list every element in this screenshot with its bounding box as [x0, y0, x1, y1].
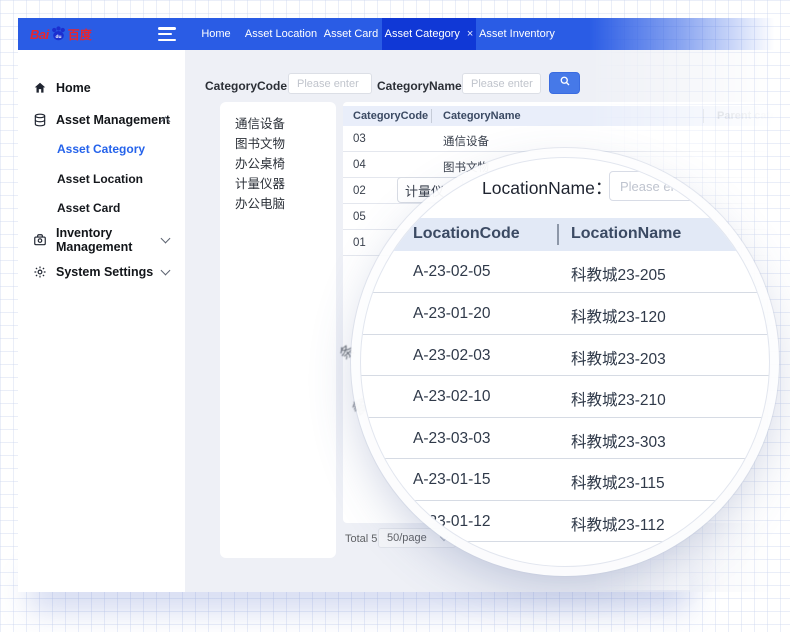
paw-icon: du — [50, 25, 67, 42]
sidebar-item-system-settings[interactable]: System Settings — [18, 260, 185, 284]
svg-text:du: du — [55, 33, 61, 39]
sidebar-item-home[interactable]: Home — [18, 76, 185, 100]
column-header-locationname: LocationName — [571, 225, 681, 243]
sidebar-item-asset-management[interactable]: Asset Management — [18, 108, 185, 132]
home-icon — [33, 81, 47, 95]
table-row[interactable]: 03 通信设备 — [343, 126, 790, 152]
tab-asset-inventory[interactable]: Asset Inventory — [476, 18, 558, 50]
close-tab-icon[interactable]: × — [467, 29, 473, 40]
column-header-categoryname: CategoryName — [443, 110, 521, 122]
lens-table-row: A-23-02-05 科教城23-205 — [361, 251, 769, 293]
chevron-down-icon — [161, 266, 171, 276]
tab-asset-category[interactable]: Asset Category × — [382, 18, 476, 50]
sidebar-item-asset-card[interactable]: Asset Card — [18, 197, 185, 219]
category-tree-item[interactable]: 计量仪器 — [235, 173, 285, 192]
lens-table-row: A-23-02-10 科教城23-210 — [361, 376, 769, 418]
category-code-label: CategoryCode： — [205, 77, 299, 94]
column-header-parent-category: Parent category — [717, 110, 790, 122]
lens-table-row: A-23-03-03 科教城23-303 — [361, 418, 769, 459]
database-icon — [33, 113, 47, 127]
table-header-row: CategoryCode CategoryName Parent categor… — [343, 106, 790, 126]
brand-text-cn: 百度 — [68, 26, 92, 43]
lens-table-header-row: LocationCode LocationName — [361, 218, 769, 251]
category-tree-item[interactable]: 办公桌椅 — [235, 153, 285, 172]
search-icon — [559, 74, 571, 92]
sidebar: Home Asset Management Asset Category Ass… — [18, 50, 185, 592]
lens-table-row: A-23-01-15 科教城23-115 — [361, 459, 769, 501]
location-name-label: LocationName： — [482, 175, 612, 200]
column-header-categorycode: CategoryCode — [353, 110, 428, 122]
category-name-input[interactable]: Please enter — [462, 73, 541, 94]
magnifier-lens: LocationName： Please enter LocationCode … — [360, 157, 770, 567]
menu-toggle-icon[interactable] — [158, 27, 176, 41]
lens-table-row: A-23-01-12 科教城23-112 — [361, 501, 769, 542]
inventory-icon — [33, 233, 47, 247]
category-name-label: CategoryName： — [377, 77, 474, 94]
category-tree-item[interactable]: 通信设备 — [235, 113, 285, 132]
top-navbar: Bai du 百度 Home Asset Location Asset Card… — [18, 18, 790, 50]
lens-table-row: A-23-01-20 科教城23-120 — [361, 293, 769, 335]
location-name-input: Please enter — [609, 171, 729, 201]
tab-home[interactable]: Home — [190, 18, 242, 50]
sidebar-item-asset-category[interactable]: Asset Category — [18, 138, 185, 160]
lens-table-row: A-23-02-03 科教城23-203 — [361, 335, 769, 376]
tab-asset-card[interactable]: Asset Card — [320, 18, 382, 50]
column-header-locationcode: LocationCode — [413, 225, 520, 243]
category-tree-item[interactable]: 图书文物 — [235, 133, 285, 152]
brand-text-bai: Bai — [30, 27, 49, 42]
category-tree-item[interactable]: 办公电脑 — [235, 193, 285, 212]
search-button[interactable] — [549, 72, 580, 94]
brand-logo: Bai du 百度 — [30, 24, 92, 44]
gear-icon — [33, 265, 47, 279]
tab-asset-location[interactable]: Asset Location — [242, 18, 320, 50]
sidebar-item-inventory-management[interactable]: Inventory Management — [18, 228, 185, 252]
sidebar-item-asset-location[interactable]: Asset Location — [18, 168, 185, 190]
category-tree-panel: 通信设备 图书文物 办公桌椅 计量仪器 办公电脑 — [220, 102, 336, 558]
category-code-input[interactable]: Please enter — [288, 73, 372, 94]
